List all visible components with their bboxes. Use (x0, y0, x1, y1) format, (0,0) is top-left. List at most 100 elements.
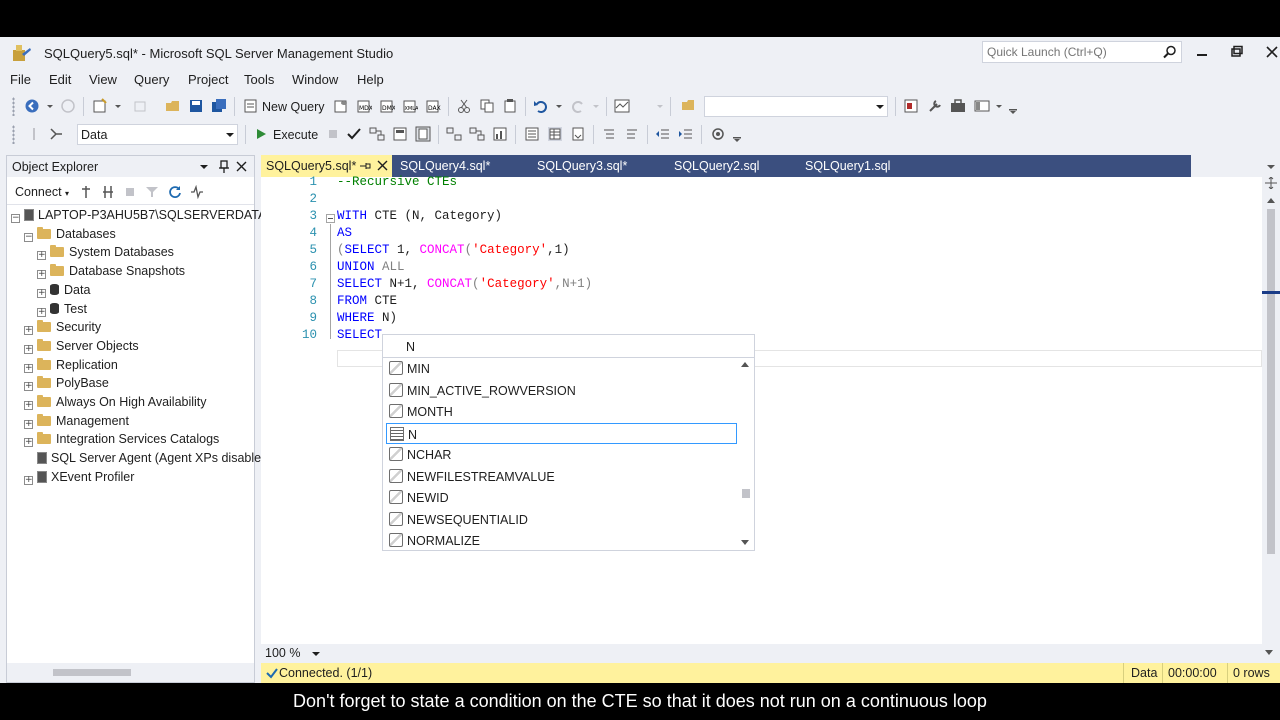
find-in-files-icon[interactable] (680, 98, 696, 114)
stop-icon[interactable] (123, 185, 137, 199)
tree-node[interactable]: + Data (37, 283, 90, 302)
refresh-icon[interactable] (168, 185, 182, 199)
expand-icon[interactable]: + (24, 363, 33, 373)
completion-item[interactable]: MIN_ACTIVE_ROWVERSION (386, 380, 737, 401)
disconnect-icon[interactable] (101, 185, 115, 199)
code-line-4[interactable]: AS (337, 226, 352, 243)
code-line-10[interactable]: SELECT (337, 328, 382, 345)
intellisense-completion-list[interactable]: MIN MIN_ACTIVE_ROWVERSION MONTH N NCHAR NEWFI… (382, 357, 755, 551)
chevron-down-icon[interactable] (199, 163, 209, 171)
pin-icon[interactable] (218, 160, 230, 174)
chevron-down-icon[interactable] (1266, 163, 1276, 171)
window-layout-icon[interactable] (974, 98, 990, 114)
expand-icon[interactable]: + (24, 326, 33, 336)
toolbar-overflow-icon[interactable] (1008, 98, 1018, 114)
activity-monitor-icon[interactable] (190, 185, 204, 199)
solution-configuration-dropdown[interactable] (704, 96, 888, 117)
expand-icon[interactable]: + (37, 288, 46, 298)
registered-servers-icon[interactable] (903, 98, 919, 114)
chevron-down-icon[interactable] (114, 98, 122, 114)
display-estimated-plan-icon[interactable] (369, 126, 385, 142)
dax-query-icon[interactable]: DAX (425, 98, 441, 114)
search-icon[interactable] (1163, 45, 1177, 59)
tree-node[interactable]: + Integration Services Catalogs (24, 432, 219, 451)
new-query-icon[interactable] (243, 98, 259, 114)
save-all-icon[interactable] (211, 98, 227, 114)
expand-icon[interactable]: + (37, 270, 46, 280)
results-to-grid-icon[interactable] (547, 126, 563, 142)
available-databases-dropdown[interactable]: Data (77, 124, 238, 145)
expand-icon[interactable]: + (37, 251, 46, 261)
expand-icon[interactable]: + (24, 344, 33, 354)
code-line-3[interactable]: WITH CTE (N, Category) (337, 209, 502, 226)
execute-button[interactable]: Execute (273, 128, 318, 142)
include-actual-plan-icon[interactable] (446, 126, 462, 142)
cancel-query-icon[interactable] (325, 126, 341, 142)
scroll-up-icon[interactable] (1267, 197, 1275, 203)
uncomment-lines-icon[interactable] (624, 126, 640, 142)
tab-sqlquery4[interactable]: SQLQuery4.sql* (395, 155, 490, 177)
toolbar-grip[interactable] (12, 97, 15, 116)
completion-item[interactable]: MONTH (386, 401, 737, 422)
menu-help[interactable]: Help (357, 72, 384, 87)
expand-icon[interactable]: + (24, 401, 33, 410)
new-project-icon[interactable] (92, 98, 108, 114)
tree-node[interactable]: + Replication (24, 357, 118, 377)
tree-node[interactable]: + Database Snapshots (37, 264, 185, 283)
horizontal-scrollbar[interactable] (7, 663, 254, 682)
tree-node[interactable]: SQL Server Agent (Agent XPs disabled (24, 451, 268, 470)
sqlcmd-mode-icon[interactable] (415, 126, 431, 142)
results-to-text-icon[interactable] (524, 126, 540, 142)
connect-icon[interactable] (26, 126, 42, 142)
dmx-query-icon[interactable]: DMX (379, 98, 395, 114)
menu-edit[interactable]: Edit (49, 72, 71, 87)
toolbox-icon[interactable] (950, 98, 966, 114)
code-line-8[interactable]: FROM CTE (337, 294, 397, 311)
zoom-dropdown[interactable]: 100 % (263, 645, 323, 662)
close-icon[interactable] (1262, 43, 1280, 61)
specify-template-values-icon[interactable] (710, 126, 726, 142)
change-connection-icon[interactable] (48, 126, 64, 142)
toolbar-overflow-icon[interactable] (732, 126, 742, 142)
tab-sqlquery1[interactable]: SQLQuery1.sql (800, 155, 890, 177)
scroll-down-icon[interactable] (1265, 650, 1273, 656)
back-icon[interactable] (24, 98, 40, 114)
tree-node[interactable]: + Test (37, 302, 87, 321)
chevron-down-icon[interactable] (592, 98, 600, 114)
database-engine-query-icon[interactable] (333, 98, 349, 114)
cut-icon[interactable] (456, 98, 472, 114)
chevron-down-icon[interactable] (555, 98, 563, 114)
add-item-icon[interactable] (132, 98, 148, 114)
client-statistics-icon[interactable] (492, 126, 508, 142)
completion-item[interactable]: NEWSEQUENTIALID (386, 509, 737, 530)
new-query-button[interactable]: New Query (262, 100, 325, 114)
scrollbar-thumb[interactable] (742, 489, 750, 498)
tree-node[interactable]: + Management (24, 413, 129, 433)
chevron-down-icon[interactable] (656, 98, 664, 114)
expand-icon[interactable]: + (24, 438, 33, 448)
expand-icon[interactable]: + (37, 307, 46, 317)
increase-indent-icon[interactable] (678, 126, 694, 142)
toolbar-grip[interactable] (12, 125, 15, 144)
filter-icon[interactable] (145, 185, 159, 199)
tree-node[interactable]: + Always On High Availability (24, 395, 207, 414)
connect-object-icon[interactable] (79, 185, 93, 199)
split-view-icon[interactable] (1265, 177, 1277, 189)
paste-icon[interactable] (502, 98, 518, 114)
decrease-indent-icon[interactable] (655, 126, 671, 142)
completion-item[interactable]: MIN (386, 358, 737, 379)
menu-file[interactable]: File (10, 72, 31, 87)
code-line-7[interactable]: SELECT N+1, CONCAT('Category',N+1) (337, 277, 592, 294)
menu-view[interactable]: View (89, 72, 117, 87)
scrollbar-thumb[interactable] (1267, 209, 1275, 554)
collapse-region-toggle[interactable] (326, 214, 335, 223)
completion-item[interactable]: N (386, 422, 737, 444)
code-line-6[interactable]: UNION ALL (337, 260, 405, 277)
tab-sqlquery3[interactable]: SQLQuery3.sql* (532, 155, 627, 177)
completion-item[interactable]: NEWID (386, 487, 737, 508)
execute-play-icon[interactable] (253, 126, 269, 142)
minimize-icon[interactable] (1192, 43, 1212, 61)
forward-icon[interactable] (60, 98, 76, 114)
menu-tools[interactable]: Tools (244, 72, 274, 87)
tab-sqlquery5[interactable]: SQLQuery5.sql* (261, 155, 392, 177)
